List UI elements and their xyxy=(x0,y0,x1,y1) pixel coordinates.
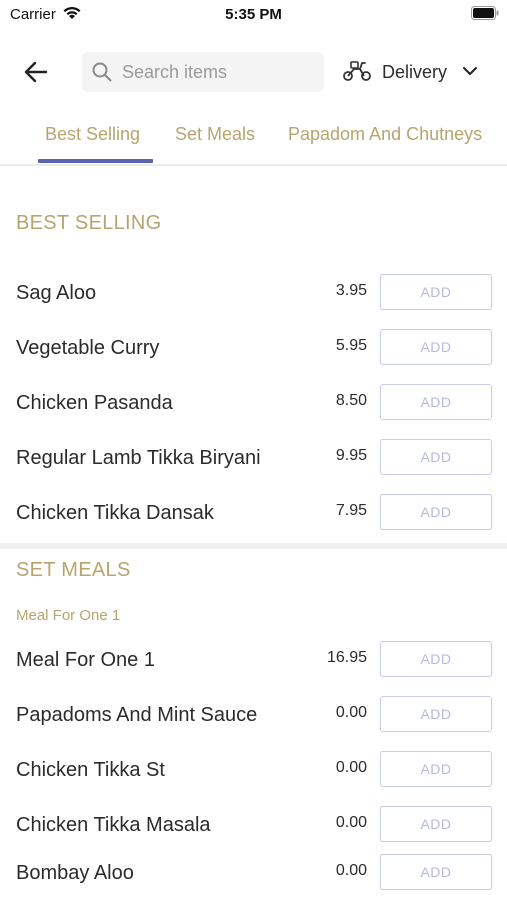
item-name: Chicken Tikka Dansak xyxy=(16,502,214,524)
item-price: 0.00 xyxy=(335,862,367,879)
menu-item-row: Meal For One 1 16.95 ADD xyxy=(0,632,507,687)
item-name: Bombay Aloo xyxy=(16,862,134,884)
subcategory-label: Meal For One 1 xyxy=(16,607,121,624)
status-time: 5:35 PM xyxy=(225,6,282,23)
add-button[interactable]: ADD xyxy=(380,274,492,310)
active-tab-indicator xyxy=(38,159,153,163)
menu-item-row: Papadoms And Mint Sauce 0.00 ADD xyxy=(0,687,507,742)
item-price: 16.95 xyxy=(326,649,367,666)
add-button[interactable]: ADD xyxy=(380,696,492,732)
delivery-label: Delivery xyxy=(382,62,448,82)
menu-item-row: Regular Lamb Tikka Biryani 9.95 ADD xyxy=(0,430,507,485)
tab-set-meals[interactable]: Set Meals xyxy=(175,124,255,145)
item-price: 9.95 xyxy=(335,447,367,464)
item-price: 0.00 xyxy=(335,759,367,776)
add-button[interactable]: ADD xyxy=(380,854,492,890)
battery-icon xyxy=(471,6,499,20)
category-tabs: Best Selling Set Meals Papadom And Chutn… xyxy=(0,110,507,166)
search-icon xyxy=(92,62,112,87)
item-name: Meal For One 1 xyxy=(16,649,155,671)
add-button[interactable]: ADD xyxy=(380,641,492,677)
menu-item-row: Sag Aloo 3.95 ADD xyxy=(0,265,507,320)
menu-item-row: Chicken Tikka St 0.00 ADD xyxy=(0,742,507,797)
chevron-down-icon xyxy=(462,64,478,82)
item-name: Chicken Tikka St xyxy=(16,759,165,781)
item-name: Chicken Pasanda xyxy=(16,392,173,414)
tab-best-selling[interactable]: Best Selling xyxy=(45,124,140,145)
menu-item-row: Bombay Aloo 0.00 ADD xyxy=(0,845,507,900)
menu-item-row: Chicken Tikka Dansak 7.95 ADD xyxy=(0,485,507,540)
scooter-icon xyxy=(342,60,372,87)
item-name: Regular Lamb Tikka Biryani xyxy=(16,447,261,469)
item-name: Papadoms And Mint Sauce xyxy=(16,704,258,726)
item-name: Chicken Tikka Masala xyxy=(16,814,211,836)
section-divider xyxy=(0,543,507,549)
menu-item-row: Chicken Pasanda 8.50 ADD xyxy=(0,375,507,430)
add-button[interactable]: ADD xyxy=(380,329,492,365)
section-title-best-selling: BEST SELLING xyxy=(16,212,162,234)
section-title-set-meals: SET MEALS xyxy=(16,559,131,581)
search-input[interactable] xyxy=(122,52,318,92)
item-name: Sag Aloo xyxy=(16,282,97,304)
item-price: 8.50 xyxy=(335,392,367,409)
item-price: 0.00 xyxy=(335,704,367,721)
status-bar: Carrier 5:35 PM xyxy=(0,0,507,30)
back-arrow-icon[interactable] xyxy=(22,58,50,86)
item-price: 7.95 xyxy=(335,502,367,519)
add-button[interactable]: ADD xyxy=(380,384,492,420)
add-button[interactable]: ADD xyxy=(380,494,492,530)
item-price: 3.95 xyxy=(335,282,367,299)
item-name: Vegetable Curry xyxy=(16,337,160,359)
tab-papadom-and-chutneys[interactable]: Papadom And Chutneys xyxy=(288,124,482,145)
add-button[interactable]: ADD xyxy=(380,439,492,475)
add-button[interactable]: ADD xyxy=(380,806,492,842)
search-box[interactable] xyxy=(82,52,324,92)
menu-item-row: Chicken Tikka Masala 0.00 ADD xyxy=(0,797,507,852)
top-bar: Delivery xyxy=(0,46,507,98)
menu-item-row: Vegetable Curry 5.95 ADD xyxy=(0,320,507,375)
delivery-selector[interactable]: Delivery xyxy=(342,52,492,92)
item-price: 5.95 xyxy=(335,337,367,354)
add-button[interactable]: ADD xyxy=(380,751,492,787)
item-price: 0.00 xyxy=(335,814,367,831)
